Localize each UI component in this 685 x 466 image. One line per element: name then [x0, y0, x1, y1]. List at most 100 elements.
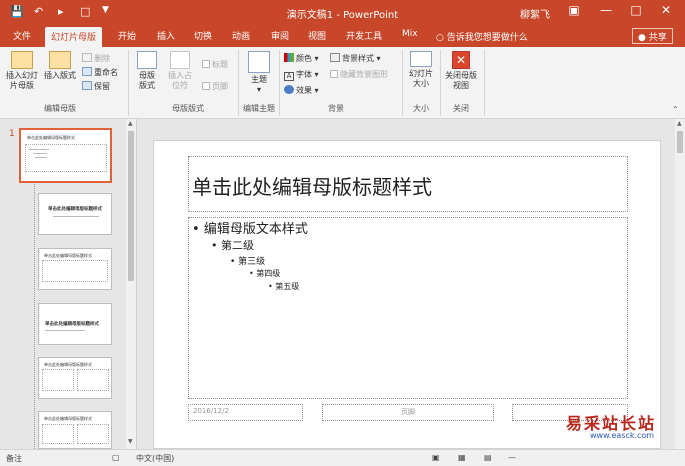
text-level-1[interactable]: • 编辑母版文本样式 — [192, 218, 308, 237]
title-checkbox-label: 标题 — [212, 60, 228, 69]
text-level-2[interactable]: • 第二级 — [211, 237, 254, 253]
tell-me-box[interactable]: ○ 告诉我您想要做什么 — [436, 30, 528, 43]
thumbnail-scrollbar[interactable]: ▲ ▼ — [126, 119, 136, 449]
close-master-label: 关闭母版视图 — [445, 71, 477, 90]
hide-background-checkbox[interactable]: 隐藏背景图形 — [330, 69, 388, 80]
site-watermark-url: www.easck.com — [590, 431, 655, 440]
slide-number: 1 — [9, 129, 15, 139]
text-level-5-label: 第五级 — [275, 282, 300, 291]
close-window-icon[interactable]: ✕ — [657, 3, 675, 17]
reading-view-icon[interactable]: ▤ — [484, 453, 492, 462]
thumbnail-title: 单击此处编辑母版标题样式 — [27, 135, 75, 140]
ribbon-tabs: 文件 幻灯片母版 开始 插入 切换 动画 审阅 视图 开发工具 Mix ○ 告诉… — [0, 25, 685, 47]
tab-home[interactable]: 开始 — [118, 29, 136, 42]
insert-placeholder-label: 插入占位符 — [168, 71, 192, 90]
scroll-up-icon[interactable]: ▲ — [677, 120, 682, 127]
group-separator — [440, 50, 441, 116]
thumbnail-text-line — [29, 149, 49, 150]
delete-button[interactable]: 删除 — [82, 53, 110, 64]
rename-label: 重命名 — [94, 68, 118, 77]
footer-placeholder[interactable]: 页脚 — [322, 404, 494, 421]
text-level-5[interactable]: • 第五级 — [268, 281, 299, 292]
user-name[interactable]: 柳絮飞 — [520, 6, 550, 21]
text-level-3-label: 第三级 — [238, 257, 266, 267]
text-level-4[interactable]: • 第四级 — [249, 268, 280, 279]
thumbnail-layout-two-content[interactable]: 单击此处编辑母版标题样式 — [38, 357, 112, 399]
delete-label: 删除 — [94, 54, 110, 63]
collapse-ribbon-icon[interactable]: ⌃ — [672, 105, 679, 114]
fonts-button[interactable]: A 字体 ▾ — [284, 69, 319, 81]
footer-checkbox-box — [202, 82, 210, 90]
themes-button[interactable]: 主题 ▾ — [244, 51, 274, 95]
thumbnail-master[interactable]: 单击此处编辑母版标题样式 — [19, 128, 112, 183]
thumbnail-body-placeholder — [42, 424, 74, 444]
tab-insert[interactable]: 插入 — [157, 29, 175, 42]
thumbnail-body-placeholder — [42, 369, 74, 391]
zoom-out-icon[interactable]: — — [508, 453, 516, 462]
tab-developer[interactable]: 开发工具 — [346, 29, 382, 42]
tab-file[interactable]: 文件 — [13, 29, 31, 42]
slide-editing-area: 单击此处编辑母版标题样式 • 编辑母版文本样式 • 第二级 • 第三级 • 第四… — [138, 119, 675, 449]
thumbnail-text-line — [45, 330, 85, 331]
master-layout-button[interactable]: 母版版式 — [134, 51, 160, 91]
thumbnail-body-placeholder — [77, 424, 109, 444]
ribbon-display-options-icon[interactable]: ▣ — [565, 3, 583, 17]
slide-size-label: 幻灯片大小 — [409, 69, 433, 88]
normal-view-icon[interactable]: ▣ — [432, 453, 440, 462]
insert-layout-label: 插入版式 — [44, 71, 76, 80]
colors-button[interactable]: 颜色 ▾ — [284, 53, 319, 64]
colors-icon — [284, 53, 294, 62]
language-indicator[interactable]: 中文(中国) — [136, 453, 174, 464]
insert-layout-button[interactable]: 插入版式 — [42, 51, 78, 81]
background-styles-button[interactable]: 背景样式 ▾ — [330, 53, 381, 64]
group-label-edit-theme: 编辑主题 — [243, 104, 275, 113]
preserve-button[interactable]: 保留 — [82, 81, 110, 92]
title-placeholder-text[interactable]: 单击此处编辑母版标题样式 — [192, 171, 432, 200]
hide-background-label: 隐藏背景图形 — [340, 70, 388, 79]
insert-slide-master-button[interactable]: 插入幻灯片母版 — [4, 51, 40, 91]
text-level-3[interactable]: • 第三级 — [230, 254, 265, 267]
thumbnail-scroll-thumb[interactable] — [128, 131, 134, 281]
share-button[interactable]: ● 共享 — [632, 28, 673, 44]
spellcheck-icon[interactable]: ▢ — [112, 453, 120, 462]
rename-button[interactable]: 重命名 — [82, 67, 118, 78]
scroll-up-icon[interactable]: ▲ — [128, 120, 133, 127]
tab-review[interactable]: 审阅 — [271, 29, 289, 42]
thumbnail-layout-content[interactable]: 单击此处编辑母版标题样式 — [38, 248, 112, 290]
footer-placeholder-text: 页脚 — [401, 408, 415, 416]
group-label-master-layout: 母版版式 — [172, 104, 204, 113]
body-placeholder[interactable] — [188, 217, 628, 399]
person-icon: ● — [638, 33, 649, 43]
dropdown-arrow-icon: ▾ — [256, 85, 261, 94]
canvas-scrollbar[interactable]: ▲ — [675, 119, 685, 449]
text-level-4-label: 第四级 — [256, 269, 281, 278]
tab-slide-master[interactable]: 幻灯片母版 — [45, 27, 103, 47]
rename-icon — [82, 67, 92, 76]
ribbon: 插入幻灯片母版 插入版式 删除 重命名 保留 编辑母版 母版版式 插入占位符 标… — [0, 47, 685, 119]
notes-button[interactable]: 备注 — [6, 453, 22, 464]
thumbnail-layout-comparison[interactable]: 单击此处编辑母版标题样式 — [38, 411, 112, 449]
tab-view[interactable]: 视图 — [308, 29, 326, 42]
status-bar: 备注 ▢ 中文(中国) ▣ ▦ ▤ — — [0, 449, 685, 466]
canvas-scroll-thumb[interactable] — [677, 131, 683, 153]
footer-checkbox[interactable]: 页脚 — [202, 81, 228, 92]
scroll-down-icon[interactable]: ▼ — [128, 438, 133, 445]
master-layout-icon — [137, 51, 157, 69]
tab-mix[interactable]: Mix — [402, 29, 418, 39]
date-placeholder[interactable]: 2016/12/2 — [188, 404, 303, 421]
slide-sorter-icon[interactable]: ▦ — [458, 453, 466, 462]
close-master-view-button[interactable]: ✕ 关闭母版视图 — [442, 51, 480, 91]
thumbnail-text-line — [53, 216, 99, 217]
thumbnail-layout-title[interactable]: 单击此处编辑母版标题样式 — [38, 193, 112, 235]
tab-animations[interactable]: 动画 — [232, 29, 250, 42]
slide-size-button[interactable]: 幻灯片大小 — [405, 51, 437, 89]
slide-master-canvas[interactable]: 单击此处编辑母版标题样式 • 编辑母版文本样式 • 第二级 • 第三级 • 第四… — [153, 140, 661, 449]
insert-placeholder-button[interactable]: 插入占位符 — [162, 51, 198, 91]
slide-thumbnail-pane[interactable]: 1 单击此处编辑母版标题样式 单击此处编辑母版标题样式 单击此处编辑母版标题样式… — [0, 119, 137, 449]
minimize-icon[interactable]: — — [597, 3, 615, 17]
effects-button[interactable]: 效果 ▾ — [284, 85, 319, 96]
tab-transitions[interactable]: 切换 — [194, 29, 212, 42]
title-checkbox[interactable]: 标题 — [202, 59, 228, 70]
maximize-icon[interactable]: □ — [627, 3, 645, 17]
thumbnail-layout-section[interactable]: 单击此处编辑母版标题样式 — [38, 303, 112, 345]
